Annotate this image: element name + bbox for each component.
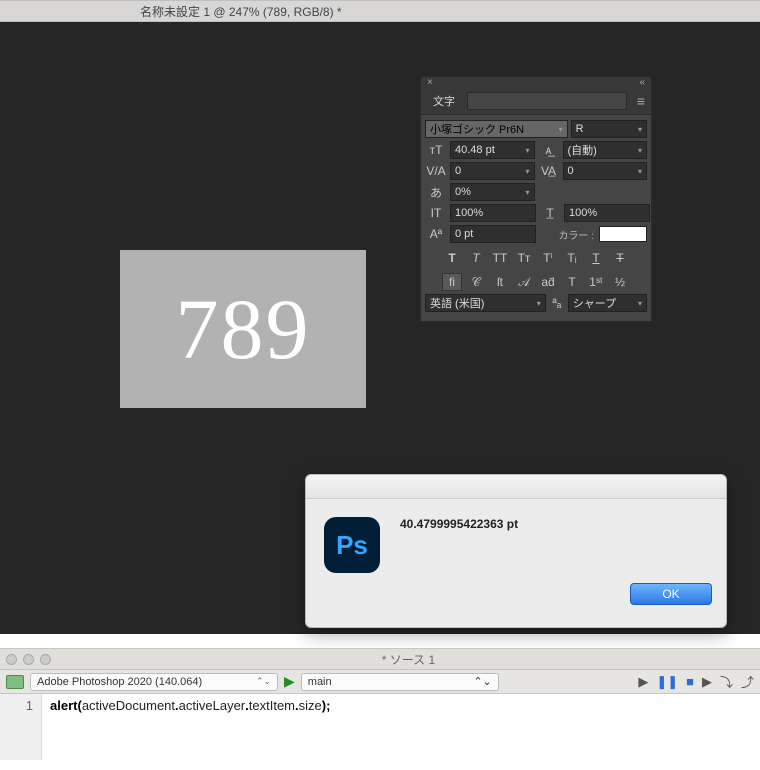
font-family-select[interactable]: 小塚ゴシック Pr6N▾ [425,120,568,138]
superscript-button[interactable]: Tⁱ [538,249,558,267]
tsume-input[interactable]: 0%▾ [450,183,535,201]
alert-ok-button[interactable]: OK [630,583,712,605]
ligatures-button[interactable]: fi [442,273,462,291]
font-style-select[interactable]: R▾ [571,120,647,138]
color-label: カラー : [558,227,594,242]
leading-value: (自動) [568,142,597,158]
antialias-select[interactable]: シャープ▾ [568,294,647,312]
document-titlebar: 名称未設定 1 @ 247% (789, RGB/8) * [0,0,760,22]
dbg-pause-icon[interactable]: ❚❚ [656,674,678,690]
aa-icon: ªₐ [549,294,565,312]
character-panel[interactable]: × « 文字 ≡ 小塚ゴシック Pr6N▾ R▾ тT 40.48 [420,76,652,322]
dbg-stepover-icon[interactable]: ▶ [702,674,712,690]
dbg-play-icon[interactable]: ▶ [638,674,648,690]
target-app-select[interactable]: Adobe Photoshop 2020 (140.064) ⌃⌄ [30,673,278,691]
estk-titlebar[interactable]: * ソース 1 [0,648,760,670]
window-traffic-lights[interactable] [6,654,51,665]
function-select[interactable]: main ⌃⌄ [301,673,499,691]
allcaps-button[interactable]: TT [490,249,510,267]
canvas-region[interactable]: 789 [120,250,366,408]
code-editor[interactable]: 1 alert(activeDocument.activeLayer.textI… [0,694,760,760]
function-value: main [308,676,332,688]
smallcaps-button[interactable]: Tᴛ [514,249,534,267]
language-select[interactable]: 英語 (米国)▾ [425,294,546,312]
strikethrough-button[interactable]: T [610,249,630,267]
vscale-icon: IT [425,204,447,222]
panel-search-input[interactable] [467,92,627,110]
panel-close-icon[interactable]: × [427,77,433,88]
script-alert-dialog: Ps 40.4799995422363 pt OK [305,474,727,628]
character-panel-body: 小塚ゴシック Pr6N▾ R▾ тT 40.48 pt▾ ᴀ̲ (自動)▾ [421,115,651,321]
estk-toolbar: Adobe Photoshop 2020 (140.064) ⌃⌄ ▶ main… [0,670,760,694]
tsume-icon: あ [425,183,447,201]
document-title: 名称未設定 1 @ 247% (789, RGB/8) * [140,5,342,19]
panel-menu-icon[interactable]: ≡ [637,93,645,109]
canvas-area[interactable]: 789 × « 文字 ≡ 小塚ゴシック Pr6N▾ R▾ тT [0,22,760,634]
kerning-value: 0 [455,165,461,177]
contextual-alt-button[interactable]: 𝒞 [466,273,486,291]
photoshop-app-icon: Ps [324,517,380,573]
run-icon[interactable]: ▶ [284,673,295,690]
type-style-row-2: fi 𝒞 ſt 𝒜 ad̄ T 1ˢᵗ ½ [425,273,647,291]
leading-input[interactable]: (自動)▾ [563,141,648,159]
line-gutter: 1 [0,694,42,760]
first-button[interactable]: 1ˢᵗ [586,273,606,291]
horizontal-scale-input[interactable] [564,204,650,222]
titling-alt-button[interactable]: ad̄ [538,273,558,291]
underline-button[interactable]: T [586,249,606,267]
type-style-row-1: T T TT Tᴛ Tⁱ Tᵢ T T [425,249,647,267]
font-size-value: 40.48 pt [455,144,495,156]
dbg-stop-icon[interactable]: ■ [686,674,694,689]
minimize-window-icon[interactable] [23,654,34,665]
ordinals-button[interactable]: T [562,273,582,291]
dbg-stepin-icon[interactable]: ⤵ [720,672,733,691]
extendscript-window: * ソース 1 Adobe Photoshop 2020 (140.064) ⌃… [0,648,760,760]
italic-button[interactable]: T [466,249,486,267]
antialias-value: シャープ [573,295,616,311]
line-number: 1 [0,698,33,713]
tracking-input[interactable]: 0▾ [563,162,648,180]
tracking-value: 0 [568,165,574,177]
vertical-scale-input[interactable] [450,204,536,222]
font-size-input[interactable]: 40.48 pt▾ [450,141,535,159]
alert-message: 40.4799995422363 pt [400,517,518,531]
target-app-value: Adobe Photoshop 2020 (140.064) [37,676,202,688]
panel-collapse-icon[interactable]: « [639,77,645,88]
stylistic-alt-button[interactable]: 𝒜 [514,273,534,291]
hscale-icon: T̲ [539,204,561,222]
font-size-icon: тT [425,141,447,159]
panel-drag-handle[interactable]: × « [421,77,651,87]
bold-button[interactable]: T [442,249,462,267]
color-swatch[interactable] [599,226,647,242]
panel-tab-row: 文字 ≡ [421,87,651,115]
alert-titlebar[interactable] [306,475,726,499]
code-line[interactable]: alert(activeDocument.activeLayer.textIte… [42,694,330,760]
swash-button[interactable]: ſt [490,273,510,291]
kerning-input[interactable]: 0▾ [450,162,535,180]
leading-icon: ᴀ̲ [538,141,560,159]
kerning-icon: V/A [425,162,447,180]
baseline-shift-input[interactable] [450,225,536,243]
estk-title-text: * ソース 1 [57,651,760,668]
subscript-button[interactable]: Tᵢ [562,249,582,267]
zoom-window-icon[interactable] [40,654,51,665]
close-window-icon[interactable] [6,654,17,665]
link-target-icon[interactable] [6,675,24,689]
tsume-value: 0% [455,186,471,198]
font-style-value: R [576,123,584,135]
tab-character[interactable]: 文字 [427,91,461,111]
baseline-icon: Aª [425,225,447,243]
font-family-value: 小塚ゴシック Pr6N [430,121,524,137]
text-layer-sample[interactable]: 789 [176,279,311,379]
language-value: 英語 (米国) [430,295,484,311]
dbg-stepout-icon[interactable]: ⤴ [741,672,754,691]
fractions-button[interactable]: ½ [610,273,630,291]
tracking-icon: VA̲ [538,162,560,180]
